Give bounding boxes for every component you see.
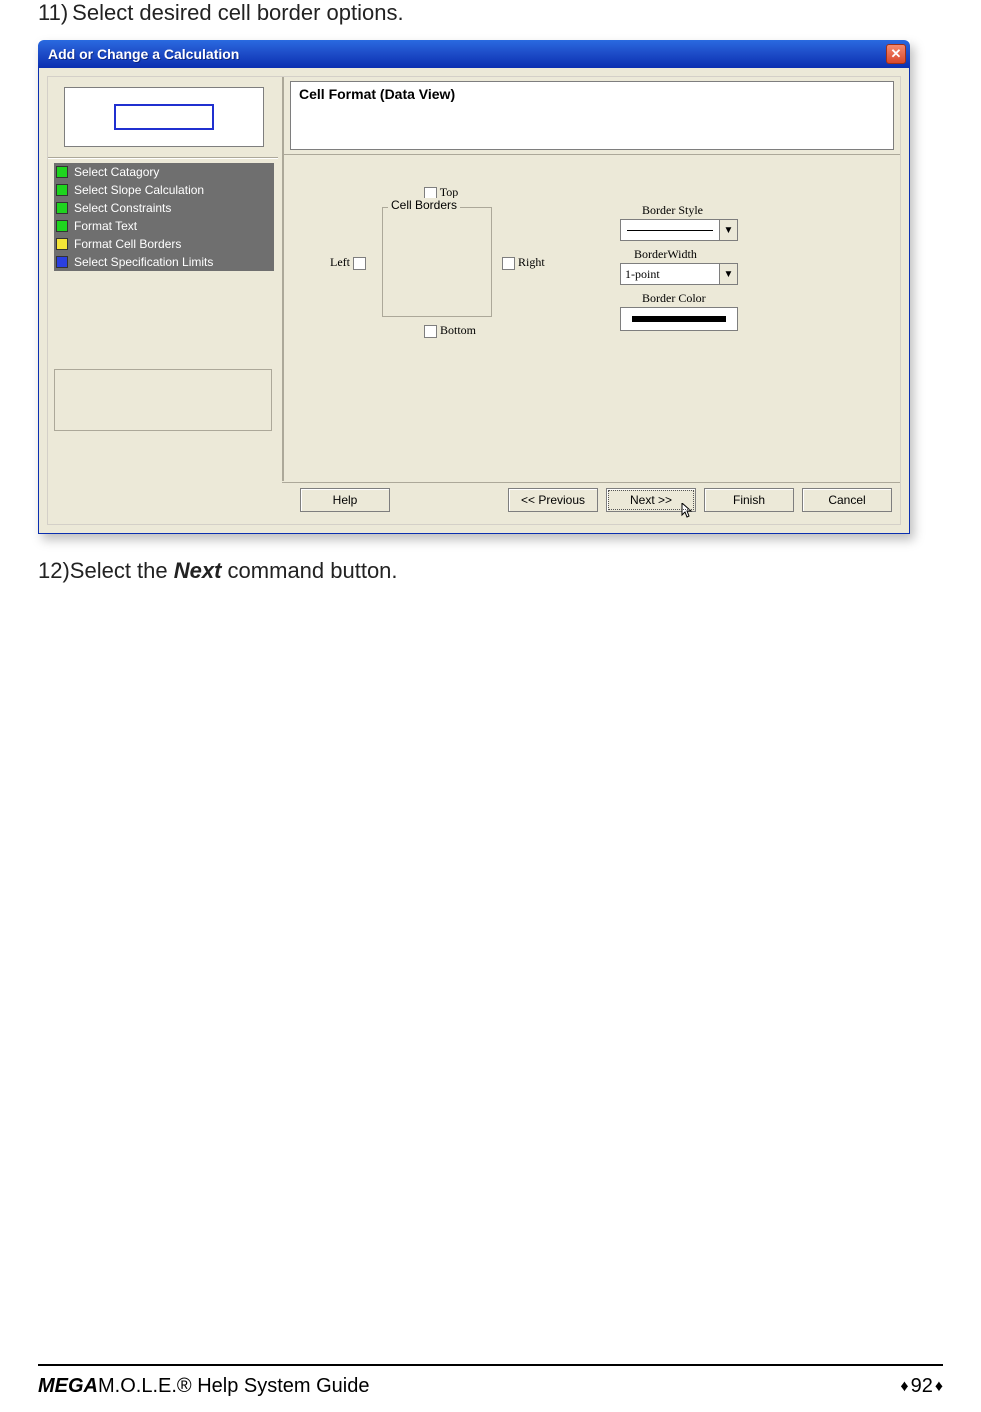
border-color-bar-icon	[632, 316, 726, 322]
close-button[interactable]: ✕	[886, 44, 906, 64]
next-button-label: Next >>	[630, 493, 672, 507]
inner-panel: Select Catagory Select Slope Calculation…	[47, 76, 901, 525]
border-style-select[interactable]: ▼	[620, 219, 738, 241]
border-color-swatch[interactable]	[620, 307, 738, 331]
cell-borders-group-label: Cell Borders	[388, 198, 460, 212]
checkbox-bottom[interactable]: Bottom	[424, 323, 476, 338]
cursor-icon	[681, 503, 695, 519]
next-button[interactable]: Next >>	[606, 488, 696, 512]
page-number: 92	[911, 1375, 933, 1398]
dialog-body: Select Catagory Select Slope Calculation…	[38, 68, 910, 534]
chevron-down-icon: ▼	[719, 264, 737, 284]
footer-right: ♦ 92 ♦	[900, 1375, 943, 1398]
step-label: Select Specification Limits	[74, 255, 213, 269]
border-width-label: BorderWidth	[634, 247, 697, 262]
checkbox-left[interactable]: Left	[330, 255, 366, 270]
checkbox-icon	[424, 325, 437, 338]
step-item-category[interactable]: Select Catagory	[54, 163, 274, 181]
diamond-icon: ♦	[935, 1378, 943, 1396]
instruction-12-num: 12)	[38, 558, 70, 583]
footer-left: MEGAM.O.L.E.® Help System Guide	[38, 1375, 370, 1398]
border-style-line-icon	[627, 230, 713, 231]
instruction-11-text: Select desired cell border options.	[72, 0, 403, 25]
step-list: Select Catagory Select Slope Calculation…	[54, 163, 274, 271]
square-icon	[56, 238, 68, 250]
instruction-12-prefix: Select the	[70, 558, 174, 583]
chevron-down-icon: ▼	[719, 220, 737, 240]
preview-box	[64, 87, 264, 147]
step-label: Select Catagory	[74, 165, 159, 179]
instruction-11-num: 11)	[38, 0, 68, 25]
footer: MEGAM.O.L.E.® Help System Guide ♦ 92 ♦	[38, 1375, 943, 1398]
square-icon	[56, 220, 68, 232]
checkbox-right-label: Right	[518, 255, 545, 269]
main-header-text: Cell Format (Data View)	[290, 81, 894, 150]
square-icon	[56, 202, 68, 214]
sidebar-bottom-well	[54, 369, 272, 431]
border-color-label: Border Color	[642, 291, 706, 306]
close-icon: ✕	[891, 46, 902, 62]
step-label: Format Text	[74, 219, 137, 233]
checkbox-left-label: Left	[330, 255, 350, 269]
step-label: Format Cell Borders	[74, 237, 181, 251]
square-icon	[56, 184, 68, 196]
instruction-12: 12)Select the Next command button.	[38, 558, 943, 584]
previous-button-label: << Previous	[521, 493, 585, 507]
step-label: Select Slope Calculation	[74, 183, 204, 197]
titlebar-text: Add or Change a Calculation	[48, 46, 886, 62]
titlebar: Add or Change a Calculation ✕	[38, 40, 910, 68]
checkbox-top-label: Top	[440, 185, 459, 199]
help-button-label: Help	[333, 493, 358, 507]
preview-cell	[114, 104, 214, 130]
cancel-button[interactable]: Cancel	[802, 488, 892, 512]
cell-borders-group	[382, 207, 492, 317]
checkbox-bottom-label: Bottom	[440, 323, 476, 337]
footer-plain: M.O.L.E.® Help System Guide	[98, 1375, 370, 1397]
step-item-constraints[interactable]: Select Constraints	[54, 199, 274, 217]
footer-divider	[38, 1364, 943, 1366]
finish-button-label: Finish	[733, 493, 765, 507]
diamond-icon: ♦	[900, 1378, 908, 1396]
step-label: Select Constraints	[74, 201, 171, 215]
cancel-button-label: Cancel	[828, 493, 865, 507]
instruction-12-suffix: command button.	[221, 558, 397, 583]
border-width-select[interactable]: 1-point ▼	[620, 263, 738, 285]
previous-button[interactable]: << Previous	[508, 488, 598, 512]
border-width-value: 1-point	[625, 267, 719, 282]
finish-button[interactable]: Finish	[704, 488, 794, 512]
footer-bold: MEGA	[38, 1375, 98, 1397]
step-item-cell-borders[interactable]: Format Cell Borders	[54, 235, 274, 253]
sidebar-divider	[48, 157, 278, 159]
help-button[interactable]: Help	[300, 488, 390, 512]
step-item-slope[interactable]: Select Slope Calculation	[54, 181, 274, 199]
checkbox-icon	[353, 257, 366, 270]
instruction-12-bold: Next	[174, 558, 222, 583]
main-header: Cell Format (Data View)	[284, 77, 900, 155]
main-panel: Cell Format (Data View) Top Left Right	[282, 77, 900, 481]
step-item-format-text[interactable]: Format Text	[54, 217, 274, 235]
border-style-label: Border Style	[642, 203, 703, 218]
square-icon	[56, 166, 68, 178]
dialog-screenshot: Add or Change a Calculation ✕ Select Cat…	[38, 40, 910, 534]
checkbox-right[interactable]: Right	[502, 255, 545, 270]
step-item-spec-limits[interactable]: Select Specification Limits	[54, 253, 274, 271]
instruction-11: 11)Select desired cell border options.	[38, 0, 943, 26]
button-bar: Help << Previous Next >> Finish Cancel	[282, 482, 900, 516]
sidebar: Select Catagory Select Slope Calculation…	[48, 77, 278, 481]
square-icon	[56, 256, 68, 268]
checkbox-icon	[502, 257, 515, 270]
